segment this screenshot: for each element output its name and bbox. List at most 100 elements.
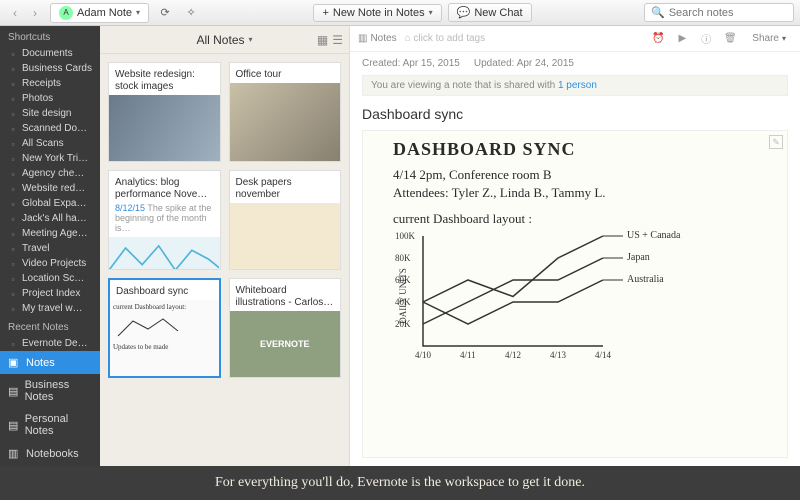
plus-icon: + bbox=[322, 7, 328, 19]
shortcut-label: All Scans bbox=[22, 138, 64, 149]
card-meta: 8/12/15 The spike at the beginning of th… bbox=[109, 203, 220, 237]
shortcut-label: Site design bbox=[22, 108, 71, 119]
new-note-button[interactable]: + New Note in Notes ▾ bbox=[313, 4, 441, 22]
sidebar-shortcut[interactable]: ▫Business Cards bbox=[0, 61, 100, 76]
note-card[interactable]: Analytics: blog performance Nove…8/12/15… bbox=[108, 170, 221, 270]
sidebar-shortcut[interactable]: ▫ Location Sc… bbox=[0, 271, 100, 286]
present-icon[interactable]: ▶ bbox=[674, 31, 690, 47]
nav-notebooks[interactable]: ▥ Notebooks bbox=[0, 442, 100, 465]
chevron-down-icon: ▾ bbox=[249, 35, 253, 44]
chevron-down-icon: ▾ bbox=[136, 8, 140, 17]
doc-icon: ▫ bbox=[8, 49, 18, 59]
doc-icon: ▫ bbox=[8, 244, 18, 254]
doc-icon: ▫ bbox=[8, 304, 18, 314]
sidebar-shortcut[interactable]: ▫Photos bbox=[0, 91, 100, 106]
new-chat-button[interactable]: 💬 New Chat bbox=[448, 3, 532, 22]
doc-icon: ▫ bbox=[8, 109, 18, 119]
sidebar-shortcut[interactable]: ▫Agency che… bbox=[0, 166, 100, 181]
sidebar-shortcut[interactable]: ▫ Jack's All ha… bbox=[0, 211, 100, 226]
tag-placeholder: click to add tags bbox=[413, 33, 485, 44]
card-title: Office tour bbox=[230, 63, 341, 83]
card-thumbnail bbox=[109, 95, 220, 161]
breadcrumb-label: Notes bbox=[370, 33, 396, 44]
note-card[interactable]: Dashboard synccurrent Dashboard layout:U… bbox=[108, 278, 221, 378]
sidebar-shortcut[interactable]: ▫ My travel w… bbox=[0, 301, 100, 316]
shortcut-label: My travel w… bbox=[22, 303, 83, 314]
avatar: A bbox=[59, 6, 73, 20]
share-link[interactable]: 1 person bbox=[558, 80, 597, 91]
sidebar-shortcut[interactable]: ▫ Project Index bbox=[0, 286, 100, 301]
note-card[interactable]: Desk papers november bbox=[229, 170, 342, 270]
shortcut-label: Jack's All ha… bbox=[22, 213, 87, 224]
sidebar-shortcut[interactable]: ▫Meeting Age… bbox=[0, 226, 100, 241]
trash-icon[interactable]: 🗑 bbox=[722, 31, 738, 47]
doc-icon: ▫ bbox=[8, 94, 18, 104]
created-label: Created: bbox=[362, 58, 400, 69]
share-msg: You are viewing a note that is shared wi… bbox=[371, 80, 558, 91]
sync-icon[interactable]: ⟳ bbox=[155, 4, 175, 22]
created-value: Apr 15, 2015 bbox=[403, 58, 460, 69]
info-icon[interactable]: ⓘ bbox=[698, 31, 714, 47]
sidebar-shortcut[interactable]: ▫All Scans bbox=[0, 136, 100, 151]
card-thumbnail: current Dashboard layout:Updates to be m… bbox=[110, 300, 219, 376]
sidebar-shortcut[interactable]: ▫ Documents bbox=[0, 46, 100, 61]
notes-icon: ▤ bbox=[8, 385, 19, 398]
shortcuts-header: Shortcuts bbox=[0, 26, 100, 46]
tag-icon: ⌂ bbox=[405, 33, 411, 44]
doc-icon: ▫ bbox=[8, 339, 18, 349]
add-tag-button[interactable]: ⌂ click to add tags bbox=[405, 33, 486, 44]
shortcut-label: Location Sc… bbox=[22, 273, 84, 284]
shortcut-label: Documents bbox=[22, 48, 73, 59]
note-list-header[interactable]: All Notes ▾ ▦ ☰ bbox=[100, 26, 349, 54]
sidebar-shortcut[interactable]: ▫Video Projects bbox=[0, 256, 100, 271]
doc-icon: ▫ bbox=[8, 214, 18, 224]
note-card[interactable]: Website redesign: stock images bbox=[108, 62, 221, 162]
sidebar-recent-item[interactable]: ▫Evernote De… bbox=[0, 336, 100, 351]
note-title[interactable]: Dashboard sync bbox=[350, 102, 800, 130]
doc-icon: ▫ bbox=[8, 274, 18, 284]
nav-business-notes[interactable]: ▤ Business Notes bbox=[0, 374, 100, 408]
share-label: Share bbox=[752, 33, 779, 44]
nav-forward-button[interactable]: › bbox=[26, 4, 44, 22]
card-thumbnail: EVERNOTE bbox=[230, 311, 341, 377]
doc-icon: ▫ bbox=[8, 289, 18, 299]
account-button[interactable]: A Adam Note ▾ bbox=[50, 3, 149, 23]
shortcut-label: Agency che… bbox=[22, 168, 84, 179]
sidebar-shortcut[interactable]: ▫ Site design bbox=[0, 106, 100, 121]
nav-notes[interactable]: ▣ Notes bbox=[0, 351, 100, 374]
nav-back-button[interactable]: ‹ bbox=[6, 4, 24, 22]
note-card[interactable]: Whiteboard illustrations - Carlos…EVERNO… bbox=[229, 278, 342, 378]
note-card[interactable]: Office tour bbox=[229, 62, 342, 162]
view-list-icon[interactable]: ☰ bbox=[332, 33, 343, 47]
sidebar-shortcut[interactable]: ▫ New York Tri… bbox=[0, 151, 100, 166]
sidebar-shortcut[interactable]: ▫Scanned Do… bbox=[0, 121, 100, 136]
nav-label: Notebooks bbox=[26, 448, 79, 460]
doc-icon: ▫ bbox=[8, 154, 18, 164]
view-card-icon[interactable]: ▦ bbox=[317, 33, 328, 47]
sidebar-shortcut[interactable]: ▫ Receipts bbox=[0, 76, 100, 91]
shortcut-label: New York Tri… bbox=[22, 153, 88, 164]
search-field[interactable]: 🔍 bbox=[644, 3, 794, 22]
shortcut-label: Receipts bbox=[22, 78, 61, 89]
doc-icon: ▫ bbox=[8, 199, 18, 209]
nav-label: Business Notes bbox=[25, 379, 92, 403]
shortcut-label: Business Cards bbox=[22, 63, 92, 74]
activity-icon[interactable]: ✧ bbox=[181, 4, 201, 22]
breadcrumb[interactable]: ▥ Notes bbox=[358, 33, 397, 44]
share-button[interactable]: Share ▾ bbox=[746, 31, 792, 46]
doc-icon: ▫ bbox=[8, 79, 18, 89]
search-input[interactable] bbox=[669, 7, 800, 19]
nav-personal-notes[interactable]: ▤ Personal Notes bbox=[0, 408, 100, 442]
notes-icon: ▤ bbox=[8, 419, 19, 432]
sidebar-shortcut[interactable]: ▫Website red… bbox=[0, 181, 100, 196]
updated-value: Apr 24, 2015 bbox=[517, 58, 574, 69]
reminder-icon[interactable]: ⏰ bbox=[650, 31, 666, 47]
sidebar-shortcut[interactable]: ▫Travel bbox=[0, 241, 100, 256]
note-list-panel: All Notes ▾ ▦ ☰ Website redesign: stock … bbox=[100, 26, 350, 466]
shortcut-label: Project Index bbox=[22, 288, 80, 299]
annotate-icon[interactable]: ✎ bbox=[769, 135, 783, 149]
promo-caption: For everything you'll do, Evernote is th… bbox=[0, 466, 800, 500]
note-body[interactable]: ✎ DASHBOARD SYNC 4/14 2pm, Conference ro… bbox=[362, 130, 788, 458]
sidebar-shortcut[interactable]: ▫Global Expa… bbox=[0, 196, 100, 211]
recent-header: Recent Notes bbox=[0, 316, 100, 336]
